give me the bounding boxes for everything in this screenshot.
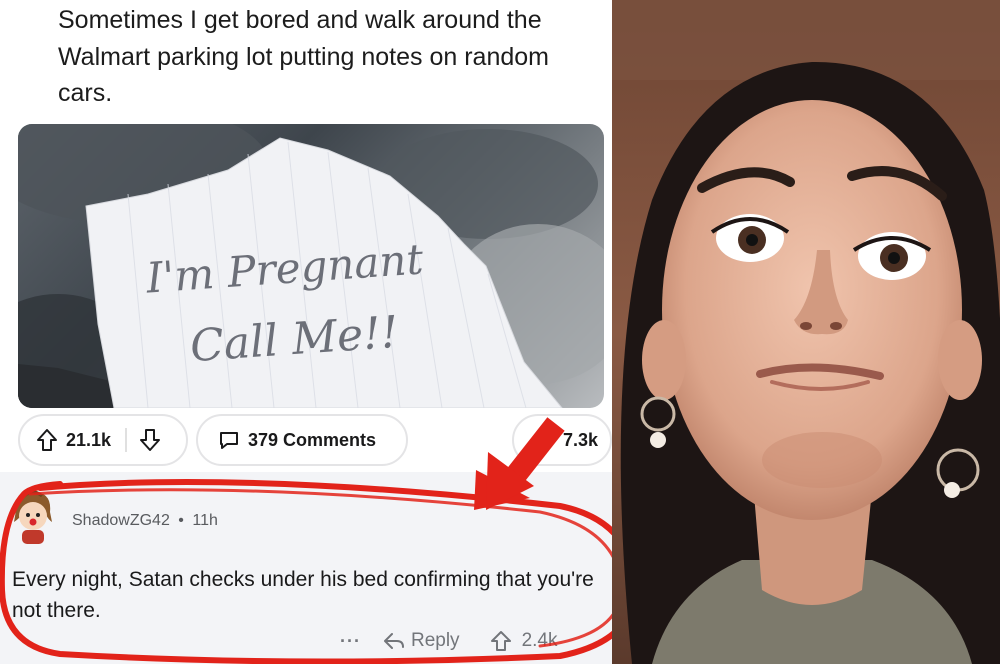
comment-bubble-icon — [218, 429, 240, 451]
comment-actions: ··· Reply 2.4k — [340, 626, 610, 656]
share-count: 7.3k — [562, 429, 598, 450]
comment: ShadowZG42 • 11h Every night, Satan chec… — [0, 472, 612, 664]
post-action-bar: 21.1k 379 Comments 7.3k — [18, 414, 612, 466]
upvote-count: 21.1k — [66, 429, 112, 450]
reply-label: Reply — [410, 630, 460, 651]
comment-upvote-icon[interactable] — [490, 630, 512, 652]
meta-separator: • — [178, 512, 184, 529]
shocked-face-image — [612, 0, 1000, 664]
downvote-icon[interactable] — [139, 428, 161, 452]
vote-divider — [125, 428, 128, 452]
reaction-photo — [612, 0, 1000, 664]
post-image[interactable]: I'm Pregnant Call Me!! — [18, 124, 604, 408]
reply-button[interactable]: Reply — [383, 630, 460, 652]
comment-age: 11h — [192, 512, 218, 529]
more-options-button[interactable]: ··· — [340, 631, 361, 652]
upvote-icon[interactable] — [36, 428, 58, 452]
reddit-post-screenshot: Sometimes I get bored and walk around th… — [0, 0, 612, 664]
comments-button[interactable]: 379 Comments — [196, 414, 408, 466]
comment-username[interactable]: ShadowZG42 — [72, 512, 170, 529]
comment-vote: 2.4k — [490, 630, 558, 652]
vote-pill: 21.1k — [18, 414, 188, 466]
post-title[interactable]: Sometimes I get bored and walk around th… — [58, 2, 578, 112]
share-button[interactable]: 7.3k — [512, 414, 612, 466]
comment-meta: ShadowZG42 • 11h — [72, 512, 218, 530]
comment-vote-count: 2.4k — [521, 630, 558, 651]
avatar[interactable] — [8, 488, 58, 546]
comment-body: Every night, Satan checks under his bed … — [12, 568, 594, 622]
comments-count: 379 Comments — [248, 429, 377, 450]
reply-icon — [383, 631, 405, 651]
